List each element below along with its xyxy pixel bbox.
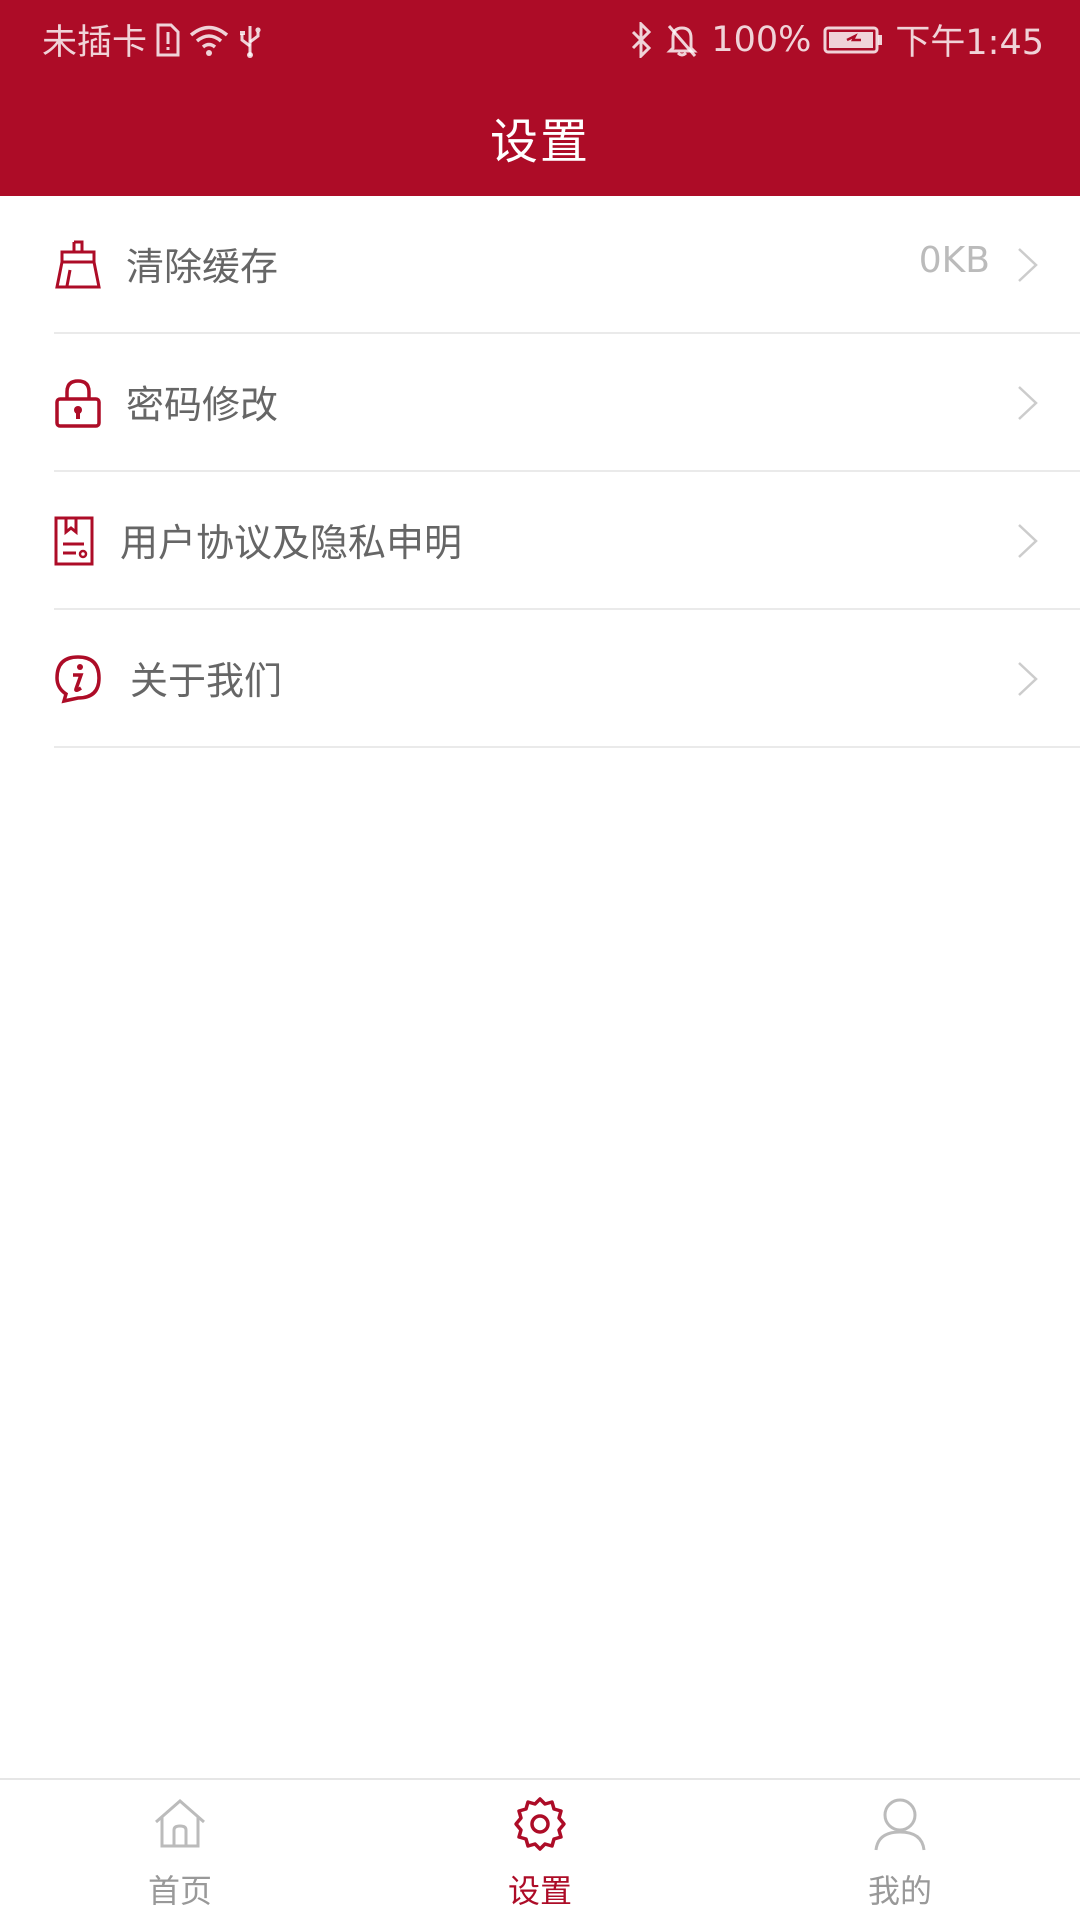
cache-size-value: 0KB [918, 240, 990, 281]
gear-icon [514, 1797, 566, 1851]
battery-percent: 100% [711, 19, 812, 60]
chevron-right-icon [1018, 248, 1038, 282]
broom-icon [55, 240, 101, 289]
status-right: 100% 下午1:45 [629, 14, 1044, 65]
bluetooth-icon [629, 21, 653, 58]
settings-item-label: 关于我们 [130, 659, 283, 703]
chevron-right-icon [1018, 662, 1038, 696]
row-divider [54, 746, 1080, 748]
settings-item-label: 密码修改 [126, 383, 279, 427]
app-header: 未插卡 100% 下午1:45 设置 [0, 0, 1080, 196]
tab-mine[interactable]: 我的 [720, 1780, 1080, 1922]
settings-item-clear-cache[interactable]: 清除缓存 0KB [0, 196, 1080, 334]
tab-home[interactable]: 首页 [0, 1780, 360, 1922]
chevron-right-icon [1018, 524, 1038, 558]
status-bar: 未插卡 100% 下午1:45 [0, 0, 1080, 76]
wifi-icon [189, 23, 229, 57]
bottom-tab-bar: 首页 设置 我的 [0, 1778, 1080, 1922]
tab-label: 设置 [507, 1872, 572, 1910]
sim-alert-icon [155, 23, 181, 57]
tab-label: 首页 [147, 1872, 212, 1910]
lock-icon [55, 379, 101, 428]
page-title: 设置 [489, 114, 590, 170]
home-icon [155, 1799, 205, 1848]
settings-list: 清除缓存 0KB 密码修改 用户协议及隐私申明 关于我们 [0, 196, 1080, 748]
tab-label: 我的 [867, 1872, 932, 1910]
settings-item-user-agreement[interactable]: 用户协议及隐私申明 [0, 472, 1080, 610]
settings-item-about-us[interactable]: 关于我们 [0, 610, 1080, 748]
usb-icon [237, 22, 263, 58]
bell-muted-icon [665, 22, 699, 58]
clock-time: 下午1:45 [895, 23, 1044, 63]
settings-item-label: 用户协议及隐私申明 [120, 521, 463, 565]
status-left: 未插卡 [42, 14, 263, 65]
document-icon [54, 516, 94, 566]
settings-item-label: 清除缓存 [126, 245, 279, 289]
tab-settings[interactable]: 设置 [360, 1780, 720, 1922]
carrier-text: 未插卡 [42, 23, 148, 63]
chevron-right-icon [1018, 386, 1038, 420]
user-icon [874, 1798, 926, 1851]
info-icon [55, 655, 101, 704]
battery-icon [823, 25, 883, 55]
settings-item-change-password[interactable]: 密码修改 [0, 334, 1080, 472]
